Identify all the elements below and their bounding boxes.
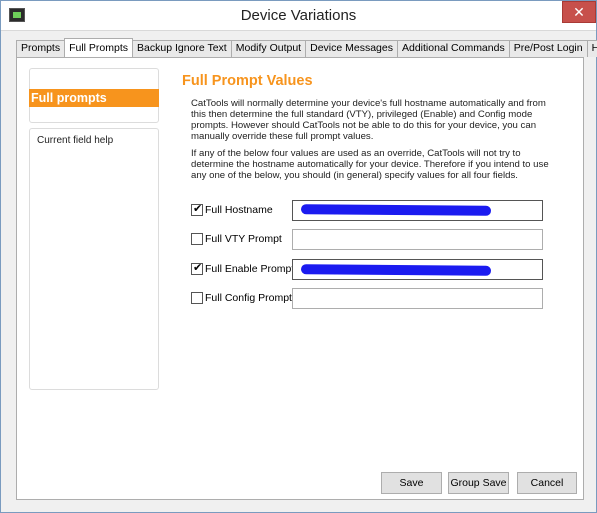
field-help-label: Current field help [37, 135, 114, 146]
save-button[interactable]: Save [381, 472, 442, 494]
cancel-button[interactable]: Cancel [517, 472, 577, 494]
field-help-box: Current field help [29, 128, 159, 390]
description-paragraph-1: CatTools will normally determine your de… [191, 98, 546, 142]
tab-panel: Full prompts Current field help Full Pro… [16, 57, 584, 500]
full-hostname-checkbox[interactable]: ✔ [191, 203, 203, 216]
checkmark-icon: ✔ [193, 203, 203, 215]
group-save-button[interactable]: Group Save [448, 472, 509, 494]
title-bar: Device Variations ✕ [1, 1, 596, 31]
tab-bar: Prompts Full Prompts Backup Ignore Text … [16, 38, 597, 57]
device-variations-window: Device Variations ✕ Prompts Full Prompts… [0, 0, 597, 513]
full-config-prompt-input[interactable] [292, 288, 543, 309]
tab-additional-commands[interactable]: Additional Commands [396, 40, 510, 57]
full-enable-prompt-checkbox[interactable]: ✔ [191, 262, 203, 275]
checkmark-icon: ✔ [193, 262, 203, 274]
redaction-mark [300, 264, 492, 276]
full-hostname-label: Full Hostname [205, 204, 273, 216]
full-vty-prompt-checkbox[interactable] [191, 233, 203, 245]
full-config-prompt-label: Full Config Prompt [205, 292, 292, 304]
sidebar-heading: Full prompts [29, 89, 159, 107]
sidebar-heading-box: Full prompts [29, 68, 159, 123]
redaction-mark [300, 204, 492, 216]
tab-pre-post-login[interactable]: Pre/Post Login [508, 40, 588, 57]
description-paragraph-2: If any of the below four values are used… [191, 148, 549, 181]
full-enable-prompt-label: Full Enable Prompt [205, 263, 295, 275]
tab-backup-ignore-text[interactable]: Backup Ignore Text [132, 40, 232, 57]
tab-full-prompts[interactable]: Full Prompts [64, 38, 134, 57]
section-title: Full Prompt Values [182, 73, 313, 89]
full-vty-prompt-input[interactable] [292, 229, 543, 250]
window-title: Device Variations [240, 7, 357, 24]
tab-device-messages[interactable]: Device Messages [305, 40, 398, 57]
tab-modify-output[interactable]: Modify Output [230, 40, 307, 57]
tab-help[interactable]: Help [586, 40, 597, 57]
full-vty-prompt-label: Full VTY Prompt [205, 233, 282, 245]
close-button[interactable]: ✕ [562, 1, 596, 23]
tab-prompts[interactable]: Prompts [16, 40, 66, 57]
full-config-prompt-checkbox[interactable] [191, 292, 203, 304]
